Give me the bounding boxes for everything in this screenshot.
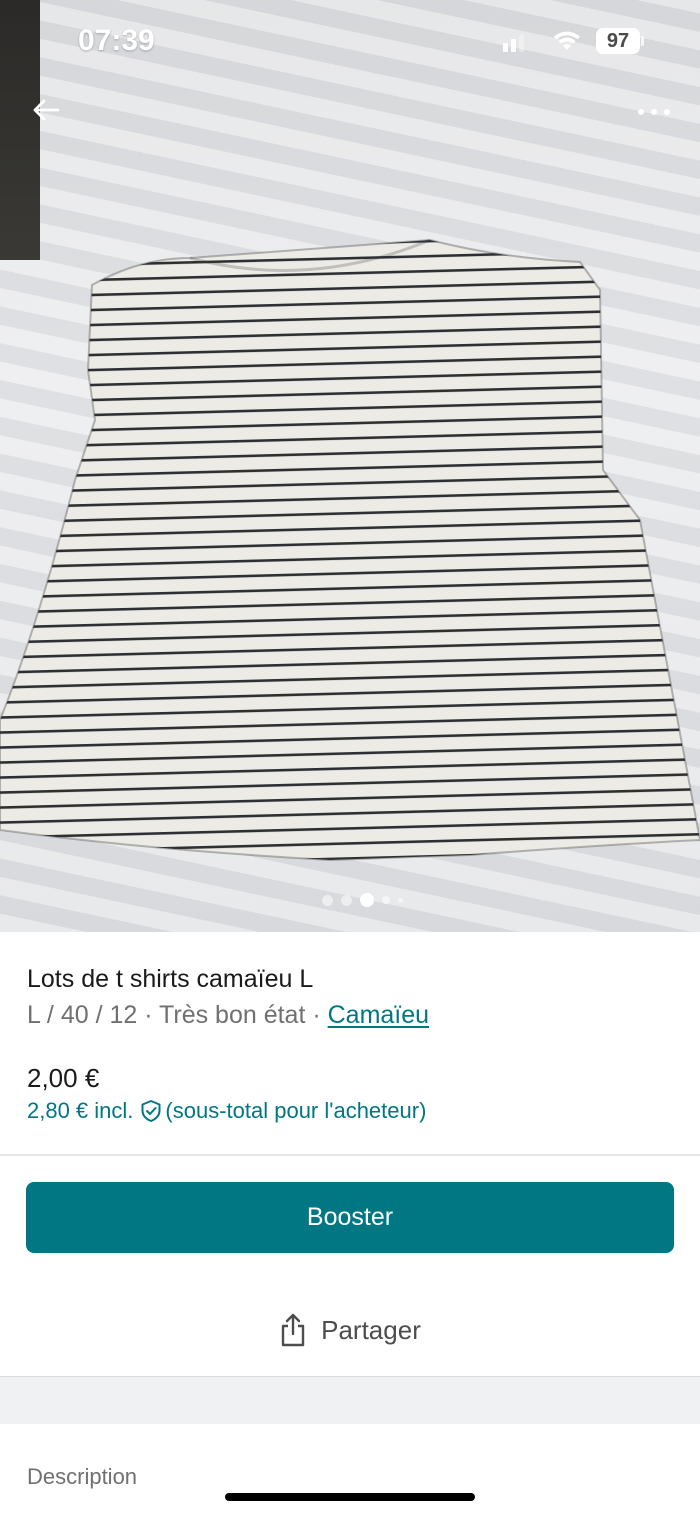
more-options-button[interactable] xyxy=(630,92,678,132)
description-heading: Description xyxy=(27,1464,138,1489)
carousel-dot xyxy=(398,897,403,903)
brand-link[interactable]: Camaïeu xyxy=(328,1001,429,1029)
carousel-dot xyxy=(382,896,390,904)
buyer-price-note: (sous-total pour l'acheteur) xyxy=(165,1098,427,1123)
carousel-dot-active xyxy=(360,893,374,907)
buyer-price[interactable]: 2,80 € incl. (sous-total pour l'acheteur… xyxy=(27,1098,426,1124)
share-icon xyxy=(281,1313,305,1347)
battery-level: 97 xyxy=(596,28,640,54)
share-button[interactable]: Partager xyxy=(260,1300,440,1360)
carousel-indicator[interactable] xyxy=(322,893,403,907)
wifi-icon xyxy=(554,31,580,50)
item-meta: L / 40 / 12 · Très bon état · Camaïeu xyxy=(27,1001,429,1030)
arrow-left-icon xyxy=(33,99,60,121)
section-divider xyxy=(0,1154,700,1156)
buyer-price-amount: 2,80 € incl. xyxy=(27,1098,134,1123)
shield-check-icon xyxy=(141,1100,161,1122)
battery-tip xyxy=(641,36,644,46)
item-size-condition: L / 40 / 12 · Très bon état · xyxy=(27,1001,328,1029)
carousel-dot xyxy=(341,894,352,906)
item-price: 2,00 € xyxy=(27,1063,100,1093)
more-horizontal-icon xyxy=(638,109,670,115)
status-bar: 07:39 97 xyxy=(0,0,700,86)
cellular-signal-icon xyxy=(503,35,524,52)
carousel-dot xyxy=(322,894,333,906)
home-indicator[interactable] xyxy=(225,1493,475,1501)
item-title: Lots de t shirts camaïeu L xyxy=(27,965,314,993)
status-time: 07:39 xyxy=(78,24,155,57)
booster-button[interactable]: Booster xyxy=(26,1182,674,1253)
share-label: Partager xyxy=(321,1314,421,1345)
striped-shirt-image xyxy=(0,238,700,862)
battery-icon: 97 xyxy=(596,28,644,54)
section-separator xyxy=(0,1376,700,1424)
back-button[interactable] xyxy=(26,90,66,130)
item-photo[interactable]: 07:39 97 xyxy=(0,0,700,932)
